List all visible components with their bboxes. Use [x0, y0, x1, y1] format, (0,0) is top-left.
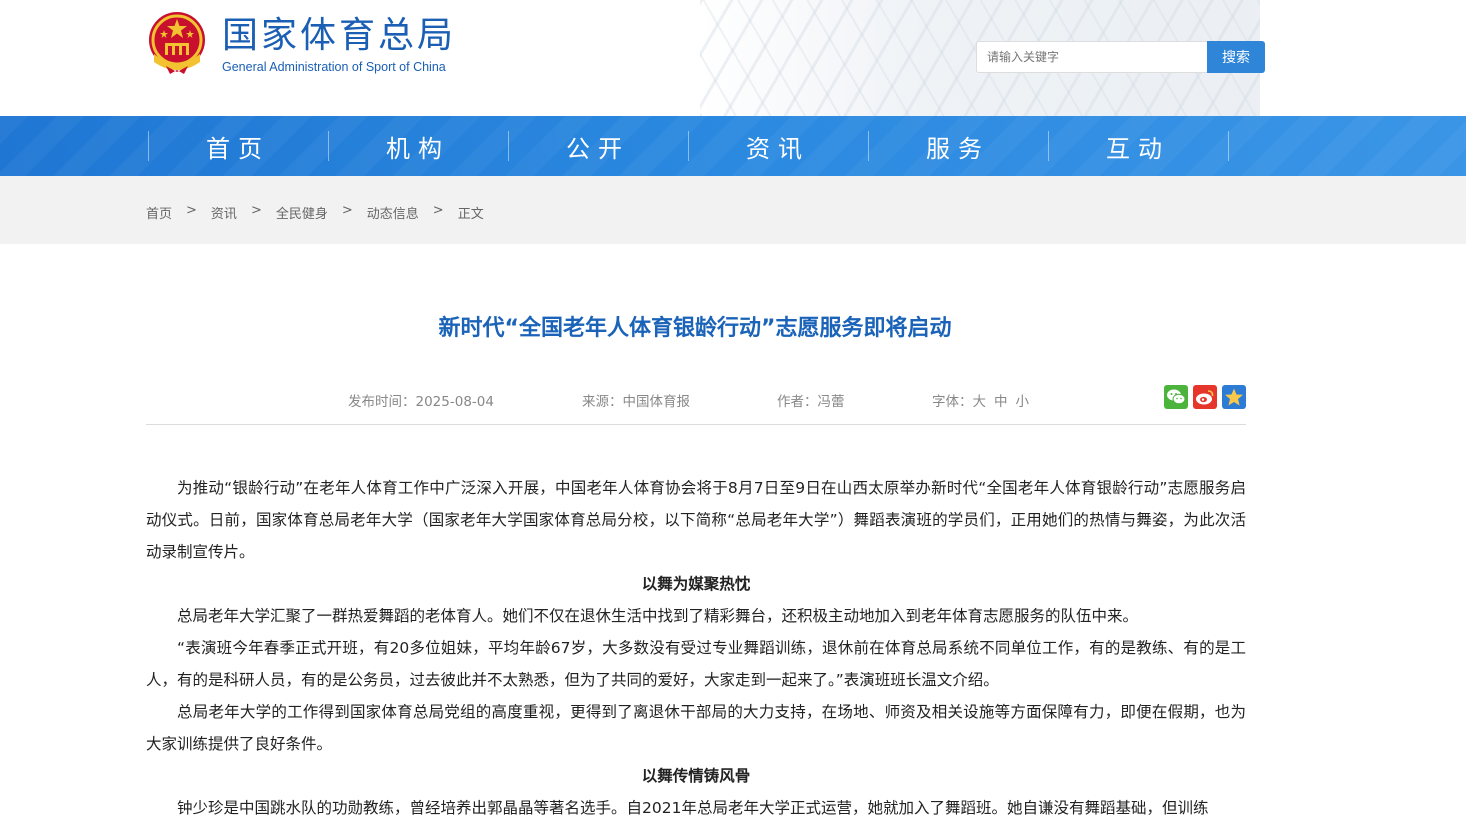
article-paragraph: 总局老年大学汇聚了一群热爱舞蹈的老体育人。她们不仅在退休生活中找到了精彩舞台，还…	[177, 607, 1139, 625]
main-nav: 首页 机构 公开 资讯 服务 互动	[0, 116, 1466, 176]
font-size-control: 字体：大中小	[932, 390, 1029, 410]
source-label: 来源：	[582, 394, 623, 410]
article-subheading: 以舞传情铸风骨	[641, 767, 751, 785]
favorite-icon[interactable]	[1222, 385, 1246, 409]
author-label: 作者：	[777, 394, 818, 410]
nav-item-organization[interactable]: 机构	[328, 116, 508, 176]
article-title: 新时代“全国老年人体育银龄行动”志愿服务即将启动	[438, 316, 952, 341]
source-info: 来源：中国体育报	[582, 390, 690, 410]
breadcrumb-separator: >	[250, 203, 262, 218]
site-logo[interactable]: 国家体育总局 General Administration of Sport o…	[146, 10, 456, 76]
site-header: 国家体育总局 General Administration of Sport o…	[0, 0, 1466, 116]
font-large-option[interactable]: 大	[973, 394, 987, 410]
article-paragraph: 钟少珍是中国跳水队的功勋教练，曾经培养出郭晶晶等著名选手。自2021年总局老年大…	[177, 799, 1209, 817]
nav-item-home[interactable]: 首页	[148, 116, 328, 176]
nav-item-public[interactable]: 公开	[508, 116, 688, 176]
breadcrumb-home[interactable]: 首页	[146, 203, 172, 222]
breadcrumb-separator: >	[432, 203, 444, 218]
publish-label: 发布时间：	[348, 394, 416, 410]
font-size-label: 字体：	[932, 394, 973, 410]
breadcrumb-fitness[interactable]: 全民健身	[276, 203, 328, 222]
weibo-icon[interactable]	[1193, 385, 1217, 409]
article-paragraph: “表演班今年春季正式开班，有20多位姐妹，平均年龄67岁，大多数没有受过专业舞蹈…	[146, 639, 1246, 689]
article-subheading: 以舞为媒聚热忱	[641, 575, 751, 593]
site-name-cn: 国家体育总局	[222, 15, 457, 56]
nav-item-news[interactable]: 资讯	[688, 116, 868, 176]
breadcrumb-updates[interactable]: 动态信息	[367, 203, 419, 222]
search-button[interactable]: 搜索	[1207, 41, 1265, 73]
breadcrumb-current: 正文	[457, 207, 484, 222]
breadcrumb-separator: >	[341, 203, 353, 218]
national-emblem-icon	[149, 12, 205, 74]
author-value: 冯蕾	[817, 394, 845, 410]
breadcrumb-news[interactable]: 资讯	[211, 203, 237, 222]
author-info: 作者：冯蕾	[777, 390, 845, 410]
nav-item-interaction[interactable]: 互动	[1048, 116, 1228, 176]
search-input[interactable]	[976, 41, 1207, 73]
nav-divider	[1228, 131, 1229, 161]
wechat-icon[interactable]	[1164, 385, 1188, 409]
article-paragraph: 总局老年大学的工作得到国家体育总局党组的高度重视，更得到了离退休干部局的大力支持…	[146, 703, 1246, 753]
font-small-option[interactable]: 小	[1016, 394, 1030, 410]
share-buttons	[1164, 385, 1246, 409]
article-meta: 发布时间：2025-08-04 来源：中国体育报 作者：冯蕾 字体：大中小	[146, 384, 1246, 425]
breadcrumb-separator: >	[186, 203, 197, 218]
logo-text: 国家体育总局 General Administration of Sport o…	[222, 10, 456, 74]
article-paragraph: 为推动“银龄行动”在老年人体育工作中广泛深入开展，中国老年人体育协会将于8月7日…	[146, 479, 1246, 561]
article-body: 为推动“银龄行动”在老年人体育工作中广泛深入开展，中国老年人体育协会将于8月7日…	[146, 472, 1246, 824]
breadcrumb: 首页 > 资讯 > 全民健身 > 动态信息 > 正文	[146, 203, 484, 222]
publish-date: 2025-08-04	[415, 394, 494, 410]
source-value: 中国体育报	[622, 394, 691, 410]
search-box: 搜索	[976, 41, 1265, 73]
nav-item-services[interactable]: 服务	[868, 116, 1048, 176]
site-name-en: General Administration of Sport of China	[222, 60, 446, 74]
publish-info: 发布时间：2025-08-04	[348, 390, 494, 410]
font-medium-option[interactable]: 中	[994, 394, 1008, 410]
